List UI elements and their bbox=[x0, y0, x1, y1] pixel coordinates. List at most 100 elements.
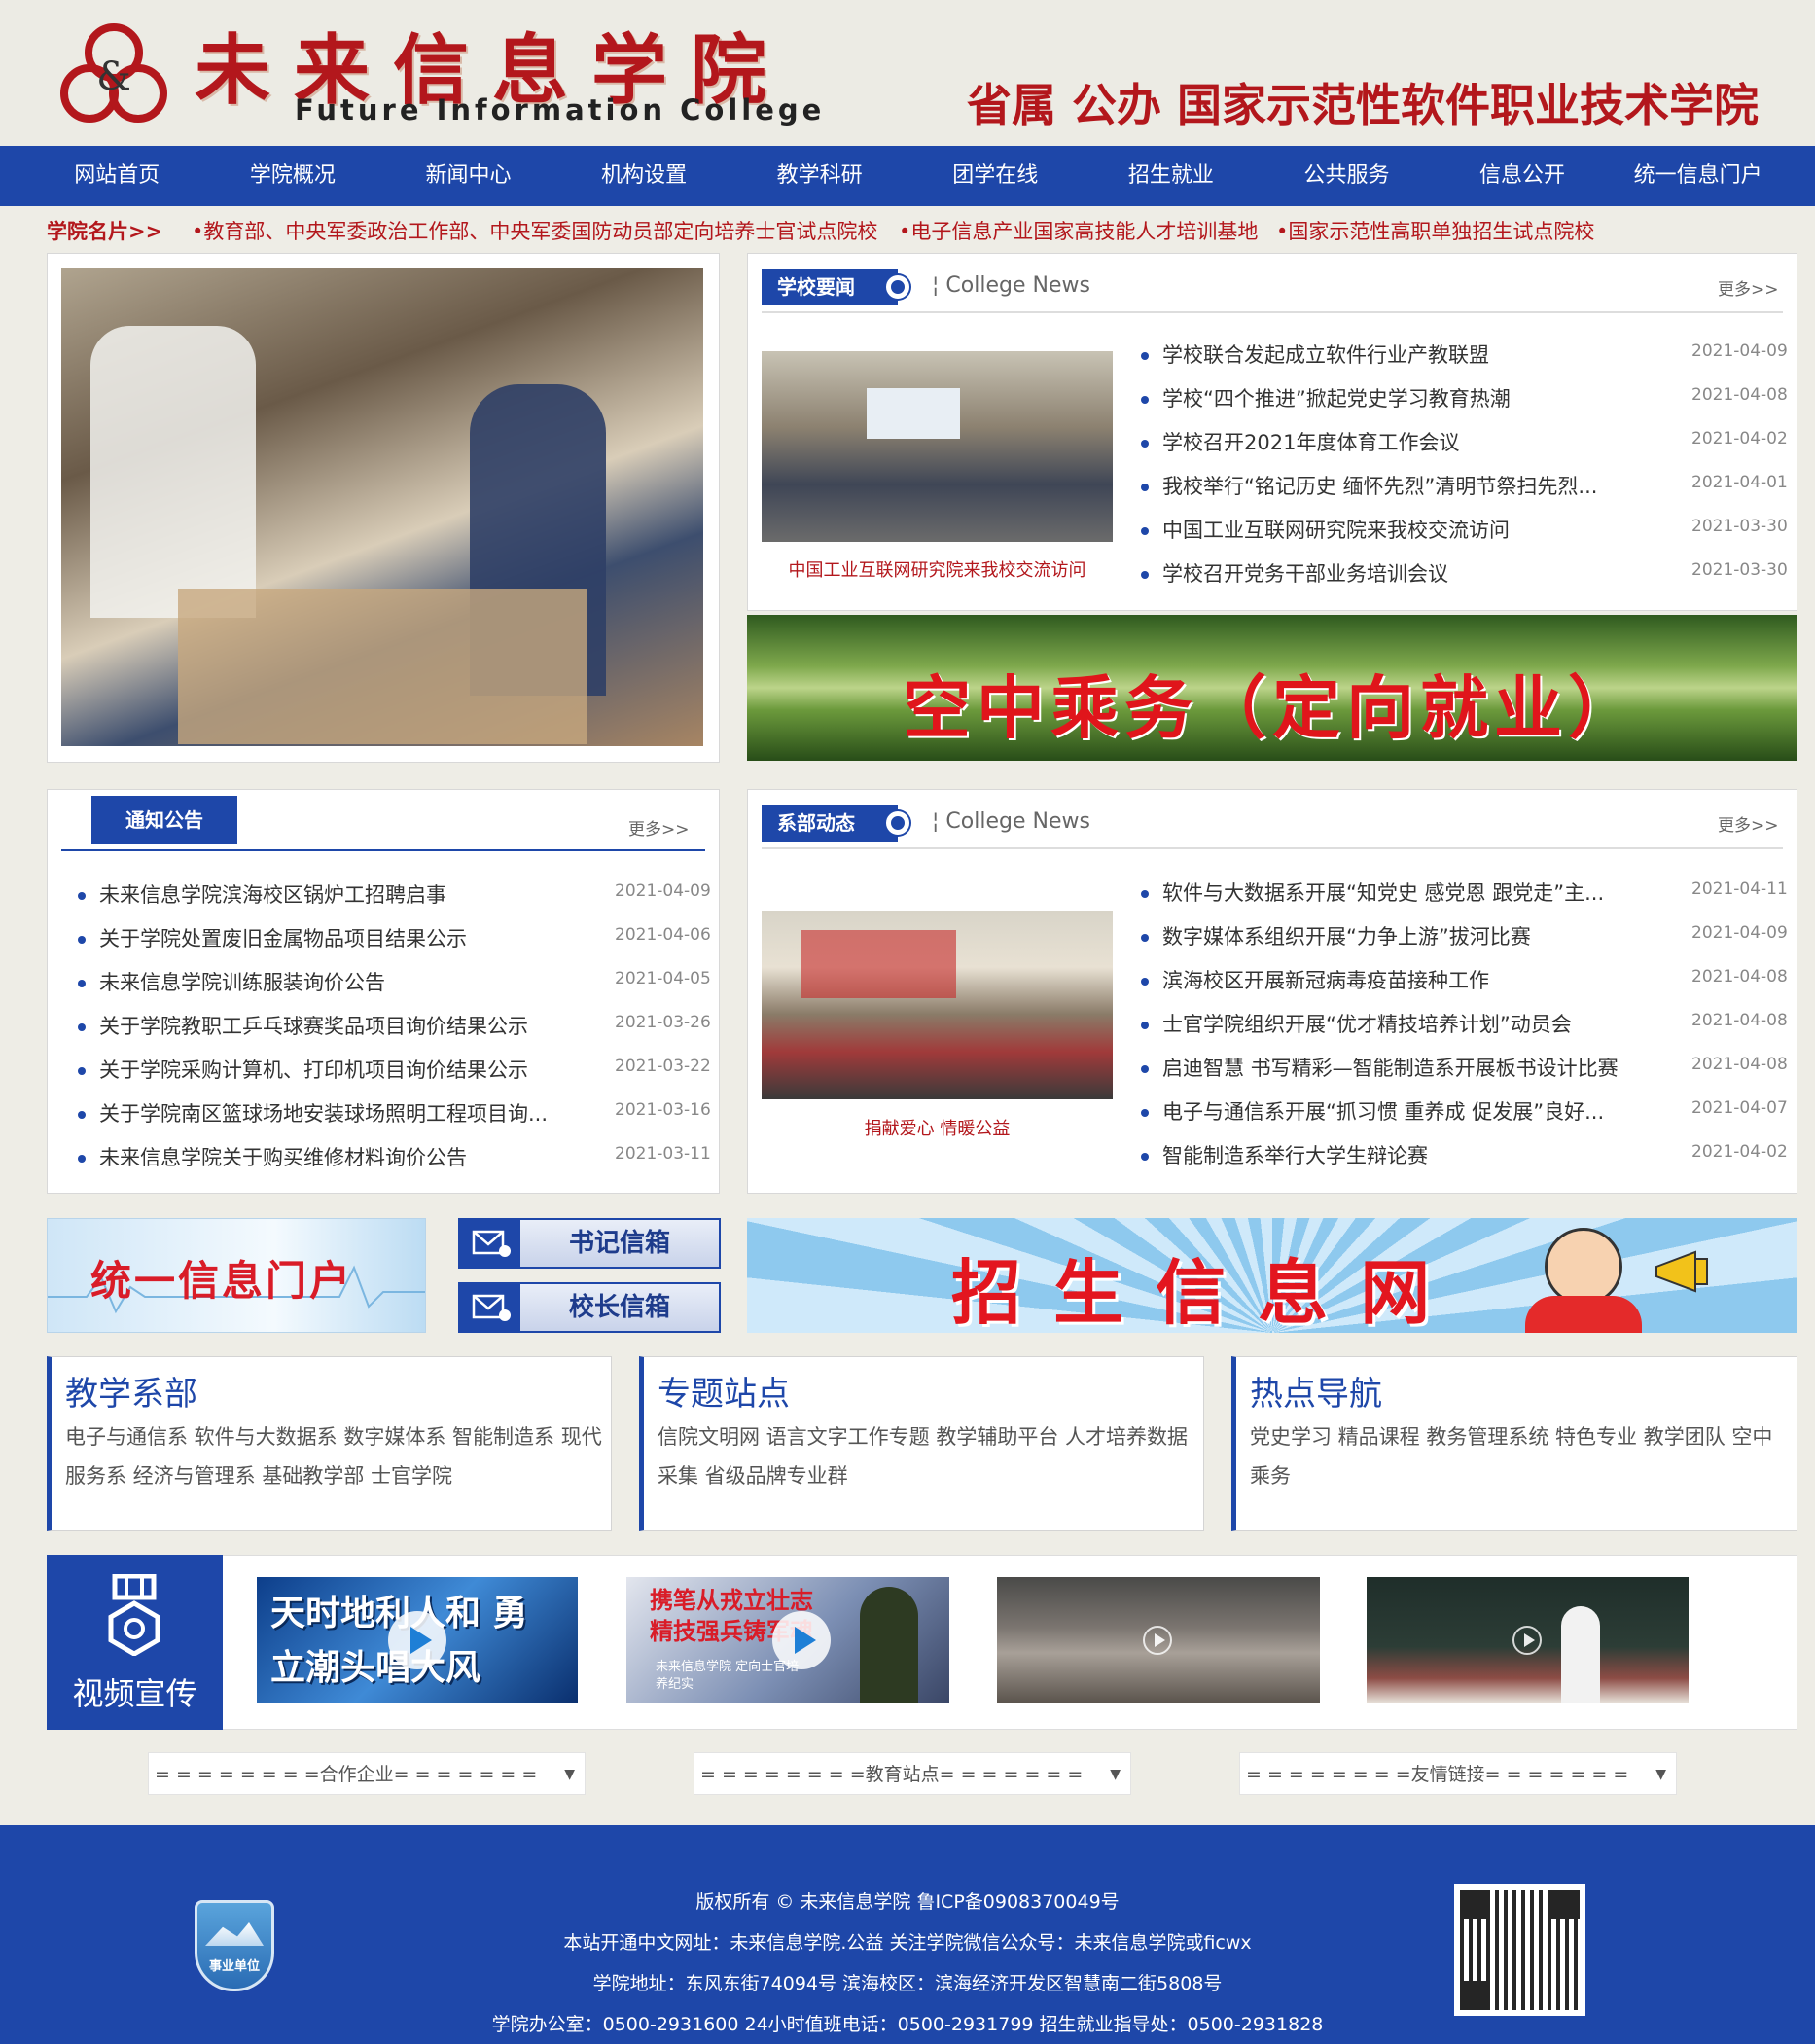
wechat-qr-code[interactable] bbox=[1454, 1884, 1585, 2016]
dept-news-item[interactable]: 数字媒体系组织开展“力争上游”拔河比赛 bbox=[1141, 921, 1531, 950]
news-date: 2021-03-11 bbox=[615, 1144, 711, 1164]
school-news-item[interactable]: 我校举行“铭记历史 缅怀先烈”清明节祭扫先烈... bbox=[1141, 471, 1597, 500]
news-date: 2021-04-08 bbox=[1691, 1011, 1788, 1030]
news-date: 2021-04-11 bbox=[1691, 879, 1788, 899]
teaching-departments-box: 教学系部 电子与通信系 软件与大数据系 数字媒体系 智能制造系 现代服务系 经济… bbox=[47, 1356, 612, 1531]
video-section-label: 视频宣传 bbox=[72, 1675, 197, 1712]
admission-banner[interactable]: 招 生 信 息 网 bbox=[747, 1218, 1797, 1333]
dept-news-item[interactable]: 启迪智慧 书写精彩—智能制造系开展板书设计比赛 bbox=[1141, 1053, 1619, 1082]
partner-companies-select[interactable]: = = = = = = = =合作企业= = = = = = = ▼ bbox=[148, 1752, 586, 1795]
video-thumb[interactable]: 携笔从戎立壮志 精技强兵铸军魂 未来信息学院 定向士官培养纪实 bbox=[626, 1577, 949, 1703]
dept-news-item[interactable]: 软件与大数据系开展“知党史 感党恩 跟党走”主... bbox=[1141, 878, 1604, 907]
news-date: 2021-03-30 bbox=[1691, 560, 1788, 580]
news-date: 2021-03-26 bbox=[615, 1013, 711, 1032]
link-box-title: 教学系部 bbox=[65, 1375, 197, 1414]
video-thumb-subtext: 未来信息学院 定向士官培养纪实 bbox=[656, 1660, 800, 1692]
news-date: 2021-03-16 bbox=[615, 1100, 711, 1120]
friendly-links-select[interactable]: = = = = = = = =友情链接= = = = = = = ▼ bbox=[1239, 1752, 1677, 1795]
divider bbox=[61, 849, 705, 851]
video-thumb[interactable] bbox=[997, 1577, 1320, 1703]
school-news-item[interactable]: 学校召开2021年度体育工作会议 bbox=[1141, 427, 1459, 456]
news-date: 2021-04-08 bbox=[1691, 1055, 1788, 1074]
nav-news[interactable]: 新闻中心 bbox=[380, 146, 556, 206]
nav-disclosure[interactable]: 信息公开 bbox=[1435, 146, 1611, 206]
school-news-photo[interactable] bbox=[762, 351, 1113, 542]
mountain-icon bbox=[205, 1922, 264, 1946]
main-nav: 网站首页 学院概况 新闻中心 机构设置 教学科研 团学在线 招生就业 公共服务 … bbox=[0, 146, 1815, 206]
news-date: 2021-04-08 bbox=[1691, 385, 1788, 405]
news-date: 2021-04-09 bbox=[1691, 923, 1788, 943]
nav-services[interactable]: 公共服务 bbox=[1259, 146, 1435, 206]
notice-item[interactable]: 关于学院南区篮球场地安装球场照明工程项目询... bbox=[78, 1098, 548, 1128]
education-sites-select[interactable]: = = = = = = = =教育站点= = = = = = = ▼ bbox=[694, 1752, 1131, 1795]
dept-news-photo-caption[interactable]: 捐献爱心 情暖公益 bbox=[762, 1115, 1113, 1140]
notices-tab[interactable]: 通知公告 bbox=[91, 796, 237, 844]
nav-portal[interactable]: 统一信息门户 bbox=[1610, 146, 1786, 206]
play-icon bbox=[1143, 1626, 1172, 1655]
news-date: 2021-04-01 bbox=[1691, 473, 1788, 492]
notice-item[interactable]: 关于学院教职工乒乓球赛奖品项目询价结果公示 bbox=[78, 1011, 528, 1040]
play-icon bbox=[1512, 1626, 1542, 1655]
news-date: 2021-04-09 bbox=[1691, 341, 1788, 361]
feature-photo[interactable] bbox=[61, 268, 703, 746]
college-logo[interactable]: & bbox=[60, 19, 167, 126]
dept-news-item[interactable]: 士官学院组织开展“优才精技培养计划”动员会 bbox=[1141, 1009, 1572, 1038]
dept-news-tab[interactable]: 系部动态 bbox=[762, 805, 909, 842]
dropdown-arrow-icon: ▼ bbox=[564, 1767, 575, 1782]
nav-admission[interactable]: 招生就业 bbox=[1084, 146, 1260, 206]
notice-item[interactable]: 未来信息学院训练服装询价公告 bbox=[78, 967, 385, 996]
notice-item[interactable]: 关于学院处置废旧金属物品项目结果公示 bbox=[78, 923, 467, 952]
logo-ampersand: & bbox=[96, 54, 131, 99]
president-mailbox-button[interactable]: 校长信箱 bbox=[458, 1282, 721, 1333]
dept-news-more-link[interactable]: 更多>> bbox=[1718, 811, 1779, 836]
school-news-item[interactable]: 学校联合发起成立软件行业产教联盟 bbox=[1141, 340, 1489, 369]
link-box-title: 专题站点 bbox=[658, 1375, 790, 1414]
link-box-links[interactable]: 信院文明网 语言文字工作专题 教学辅助平台 人才培养数据采集 省级品牌专业群 bbox=[658, 1417, 1198, 1495]
nav-organization[interactable]: 机构设置 bbox=[556, 146, 732, 206]
dept-news-photo[interactable] bbox=[762, 911, 1113, 1099]
dropdown-arrow-icon: ▼ bbox=[1110, 1767, 1121, 1782]
mail-icon bbox=[460, 1284, 520, 1331]
link-box-links[interactable]: 党史学习 精品课程 教务管理系统 特色专业 教学团队 空中乘务 bbox=[1250, 1417, 1791, 1495]
school-news-en-title: ¦ College News bbox=[932, 273, 1090, 298]
dept-news-item[interactable]: 电子与通信系开展“抓习惯 重养成 促发展”良好... bbox=[1141, 1096, 1604, 1126]
video-thumb[interactable] bbox=[1367, 1577, 1689, 1703]
ticker-item[interactable]: •国家示范性高职单独招生试点院校 bbox=[1276, 216, 1594, 245]
nav-home[interactable]: 网站首页 bbox=[29, 146, 205, 206]
public-institution-badge[interactable]: 事业单位 bbox=[195, 1900, 274, 1991]
dept-news-item[interactable]: 滨海校区开展新冠病毒疫苗接种工作 bbox=[1141, 965, 1489, 994]
school-news-more-link[interactable]: 更多>> bbox=[1718, 275, 1779, 300]
ticker-item[interactable]: •电子信息产业国家高技能人才培训基地 bbox=[899, 216, 1258, 245]
notices-more-link[interactable]: 更多>> bbox=[628, 815, 690, 840]
notice-item[interactable]: 关于学院采购计算机、打印机项目询价结果公示 bbox=[78, 1055, 528, 1084]
dept-news-item[interactable]: 智能制造系举行大学生辩论赛 bbox=[1141, 1140, 1428, 1169]
school-news-tab[interactable]: 学校要闻 bbox=[762, 269, 909, 305]
link-box-links[interactable]: 电子与通信系 软件与大数据系 数字媒体系 智能制造系 现代服务系 经济与管理系 … bbox=[65, 1417, 606, 1495]
cartoon-body bbox=[1525, 1296, 1642, 1333]
ticker-item[interactable]: •教育部、中央军委政治工作部、中央军委国防动员部定向培养士官试点院校 bbox=[192, 216, 877, 245]
nav-youth[interactable]: 团学在线 bbox=[908, 146, 1084, 206]
secretary-mailbox-button[interactable]: 书记信箱 bbox=[458, 1218, 721, 1269]
nav-overview[interactable]: 学院概况 bbox=[205, 146, 381, 206]
header-slogan: 省属 公办 国家示范性软件职业技术学院 bbox=[967, 79, 1760, 131]
school-news-item[interactable]: 中国工业互联网研究院来我校交流访问 bbox=[1141, 515, 1510, 544]
medal-icon bbox=[108, 1574, 160, 1656]
footer: 版权所有 © 未来信息学院 鲁ICP备0908370049号 本站开通中文网址：… bbox=[0, 1825, 1815, 2044]
president-mailbox-label: 校长信箱 bbox=[520, 1284, 719, 1331]
video-thumb[interactable]: 天时地利人和 勇立潮头唱大风 bbox=[257, 1577, 578, 1703]
air-crew-banner[interactable]: 空中乘务（定向就业） bbox=[747, 615, 1797, 761]
ticker-label: 学院名片>> bbox=[47, 220, 163, 243]
play-icon bbox=[772, 1611, 831, 1669]
notice-item[interactable]: 未来信息学院关于购买维修材料询价公告 bbox=[78, 1142, 467, 1171]
portal-banner[interactable]: 统一信息门户 bbox=[47, 1218, 426, 1333]
notice-item[interactable]: 未来信息学院滨海校区锅炉工招聘启事 bbox=[78, 879, 446, 909]
school-news-item[interactable]: 学校“四个推进”掀起党史学习教育热潮 bbox=[1141, 383, 1511, 412]
cartoon-boy-icon bbox=[1545, 1228, 1622, 1306]
school-news-item[interactable]: 学校召开党务干部业务培训会议 bbox=[1141, 558, 1448, 588]
divider bbox=[762, 847, 1783, 849]
nav-teaching[interactable]: 教学科研 bbox=[731, 146, 908, 206]
video-section-label-block: 视频宣传 bbox=[47, 1555, 223, 1730]
school-news-photo-caption[interactable]: 中国工业互联网研究院来我校交流访问 bbox=[762, 556, 1113, 582]
portal-banner-text: 统一信息门户 bbox=[90, 1257, 354, 1305]
link-box-title: 热点导航 bbox=[1250, 1375, 1382, 1414]
